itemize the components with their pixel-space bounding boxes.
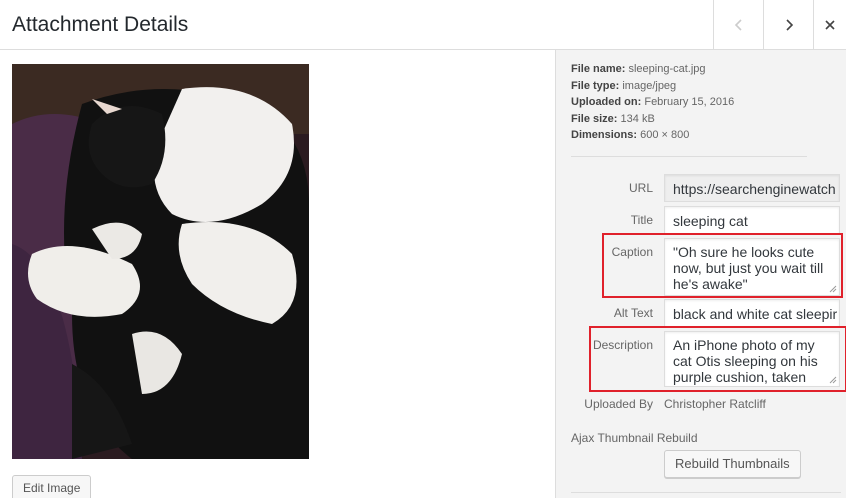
divider <box>571 156 807 157</box>
dimensions: Dimensions: 600 × 800 <box>571 129 690 141</box>
title-label: Title <box>630 213 653 227</box>
rebuild-thumbnails-button[interactable]: Rebuild Thumbnails <box>664 450 801 478</box>
chevron-right-icon <box>783 17 795 33</box>
image-pane: Edit Image <box>0 50 555 498</box>
file-type: File type: image/jpeg <box>571 79 677 92</box>
divider <box>571 492 841 493</box>
chevron-left-icon <box>733 17 745 33</box>
description-highlight <box>589 326 846 392</box>
title-field[interactable]: sleeping cat <box>664 206 840 234</box>
ajax-rebuild-label: Ajax Thumbnail Rebuild <box>571 431 698 445</box>
modal-header: Attachment Details <box>0 0 846 50</box>
alt-text-label: Alt Text <box>613 306 653 320</box>
previous-button[interactable] <box>713 0 763 50</box>
alt-text-field[interactable]: black and white cat sleepir <box>664 299 840 327</box>
uploaded-on: Uploaded on: February 15, 2016 <box>571 96 735 108</box>
file-info: File name: sleeping-cat.jpg File type: i… <box>571 61 734 144</box>
page-title: Attachment Details <box>12 13 189 36</box>
uploaded-by-value: Christopher Ratcliff <box>664 397 766 411</box>
next-button[interactable] <box>763 0 813 50</box>
attachment-image <box>12 64 309 459</box>
close-button[interactable] <box>813 0 846 50</box>
url-field[interactable]: https://searchenginewatch <box>664 174 840 202</box>
uploaded-by-label: Uploaded By <box>584 397 653 411</box>
caption-highlight <box>602 233 843 298</box>
attachment-details-sidebar: File name: sleeping-cat.jpg File type: i… <box>555 50 846 498</box>
close-icon <box>824 19 836 31</box>
file-size: File size: 134 kB <box>571 112 655 125</box>
file-name: File name: sleeping-cat.jpg <box>571 63 706 75</box>
url-label: URL <box>628 181 653 195</box>
edit-image-button[interactable]: Edit Image <box>12 475 92 498</box>
